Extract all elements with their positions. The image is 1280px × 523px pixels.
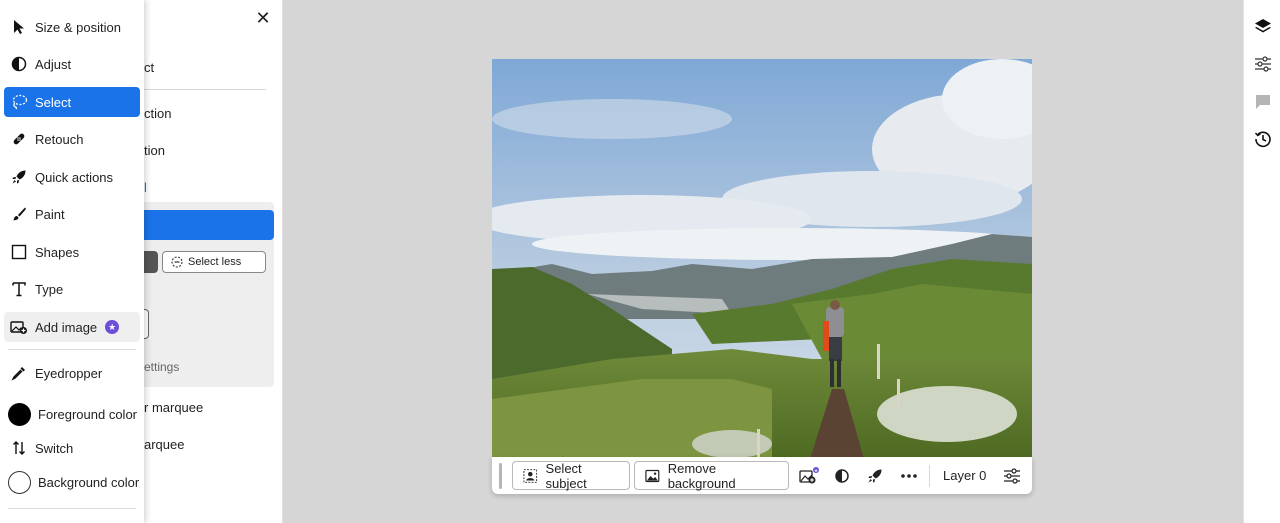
svg-text:★: ★ [814,468,818,473]
more-icon[interactable] [898,465,920,487]
background-swatch [7,470,31,494]
switch-colors-button[interactable]: Switch [4,433,140,463]
drag-handle[interactable] [499,463,502,489]
contextual-task-bar: Select subject Remove background ★ Layer… [492,457,1032,494]
settings-link[interactable]: ettings [144,360,179,374]
tool-type[interactable]: Type [4,274,140,304]
comments-icon[interactable] [1253,92,1273,112]
select-more-button[interactable] [144,251,158,273]
adjust-icon [10,55,28,73]
background-color-button[interactable]: Background color [4,467,140,497]
select-less-label: Select less [188,256,242,268]
tool-quick-actions[interactable]: Quick actions [4,162,140,192]
right-rail [1243,0,1280,523]
tool-paint[interactable]: Paint [4,199,140,229]
select-subject-icon [523,468,538,483]
brush-icon [10,205,28,223]
foreground-color-button[interactable]: Foreground color [4,399,140,429]
add-image-icon [10,318,28,336]
tool-retouch[interactable]: Retouch [4,124,140,154]
panel-item-partial[interactable]: l [144,180,147,195]
rocket-icon [10,168,28,186]
landscape-photo [492,59,1032,459]
tool-label: Eyedropper [35,365,103,381]
swap-arrows-icon [10,439,28,457]
canvas-photo[interactable] [492,59,1032,459]
lasso-icon [10,93,28,111]
pointer-icon [10,18,28,36]
tool-label: Paint [35,206,65,222]
select-subject-label: Select subject [545,460,587,491]
selected-option-bar[interactable] [144,210,274,240]
tool-label: Switch [35,440,74,456]
close-icon[interactable]: ✕ [255,9,271,27]
tool-size-position[interactable]: Size & position [4,12,140,42]
layers-icon[interactable] [1253,17,1273,37]
tool-label: Size & position [35,19,121,35]
type-icon [10,280,28,298]
select-subject-button[interactable]: Select subject [512,460,630,491]
add-image-icon[interactable]: ★ [798,465,820,487]
select-less-button[interactable]: Select less [162,251,266,273]
remove-background-label: Remove background [667,460,736,491]
foreground-swatch [7,402,31,426]
tool-adjust[interactable]: Adjust [4,49,140,79]
tool-label: Background color [38,474,140,490]
tool-label: Adjust [35,56,72,72]
rocket-icon[interactable] [864,465,886,487]
tool-label: Foreground color [38,406,137,422]
settings-sliders-icon[interactable] [1001,465,1023,487]
marquee-option[interactable]: r marquee [144,400,203,415]
tool-label: Select [35,94,72,110]
square-icon [10,243,28,261]
menu-divider [8,508,136,509]
tool-label: Type [35,281,64,297]
tool-label: Add image [35,319,98,335]
tool-eyedropper[interactable]: Eyedropper [4,358,140,388]
image-icon [645,469,660,482]
layer-name[interactable]: Layer 0 [943,468,986,483]
panel-item-partial[interactable]: ction [144,106,171,121]
tool-menu: Size & position Adjust Select Retouch Qu… [0,0,144,523]
adjust-icon[interactable] [831,465,853,487]
tool-shapes[interactable]: Shapes [4,237,140,267]
panel-item-partial[interactable]: ct [144,60,154,75]
history-icon[interactable] [1253,129,1273,149]
tool-add-image[interactable]: Add image ★ [4,312,140,342]
properties-icon[interactable] [1253,54,1273,74]
remove-background-button[interactable]: Remove background [634,460,789,491]
panel-divider [144,89,266,90]
option-control[interactable] [144,309,149,339]
panel-item-partial[interactable]: tion [144,143,165,158]
bandage-icon [10,130,28,148]
eyedropper-icon [10,364,28,382]
tool-label: Retouch [35,131,84,147]
tool-select[interactable]: Select [4,87,140,117]
minus-circle-icon [171,256,183,268]
marquee-option[interactable]: arquee [144,437,184,452]
menu-divider [8,349,136,350]
tool-label: Shapes [35,244,80,260]
toolbar-divider [929,465,930,487]
premium-star-icon: ★ [105,320,120,334]
tool-label: Quick actions [35,169,114,185]
